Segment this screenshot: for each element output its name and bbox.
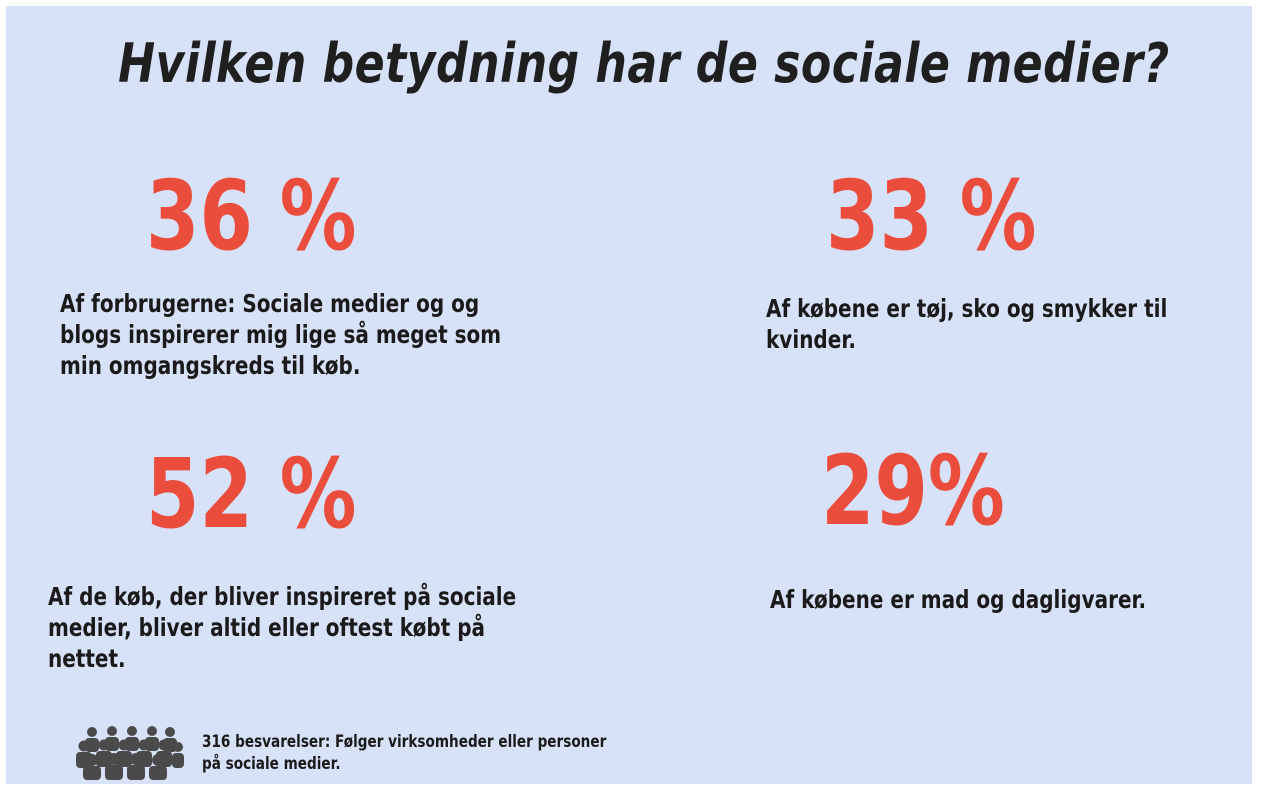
footer-note: 316 besvarelser: Følger virksomheder ell… bbox=[202, 732, 607, 774]
stat-value-4: 29% bbox=[821, 435, 1005, 547]
infographic-panel: Hvilken betydning har de sociale medier?… bbox=[6, 6, 1252, 784]
stat-value-2: 33 % bbox=[826, 160, 1037, 272]
stat-description-1: Af forbrugerne: Sociale medier og og blo… bbox=[60, 289, 502, 380]
stat-value-1: 36 % bbox=[146, 160, 357, 272]
stat-description-2: Af købene er tøj, sko og smykker til kvi… bbox=[766, 294, 1168, 354]
stat-description-3: Af de køb, der bliver inspireret på soci… bbox=[48, 582, 517, 673]
page-title: Hvilken betydning har de sociale medier? bbox=[118, 32, 1170, 95]
stat-value-3: 52 % bbox=[146, 438, 357, 550]
stat-description-4: Af købene er mad og dagligvarer. bbox=[770, 585, 1147, 614]
people-group-icon bbox=[74, 724, 184, 780]
